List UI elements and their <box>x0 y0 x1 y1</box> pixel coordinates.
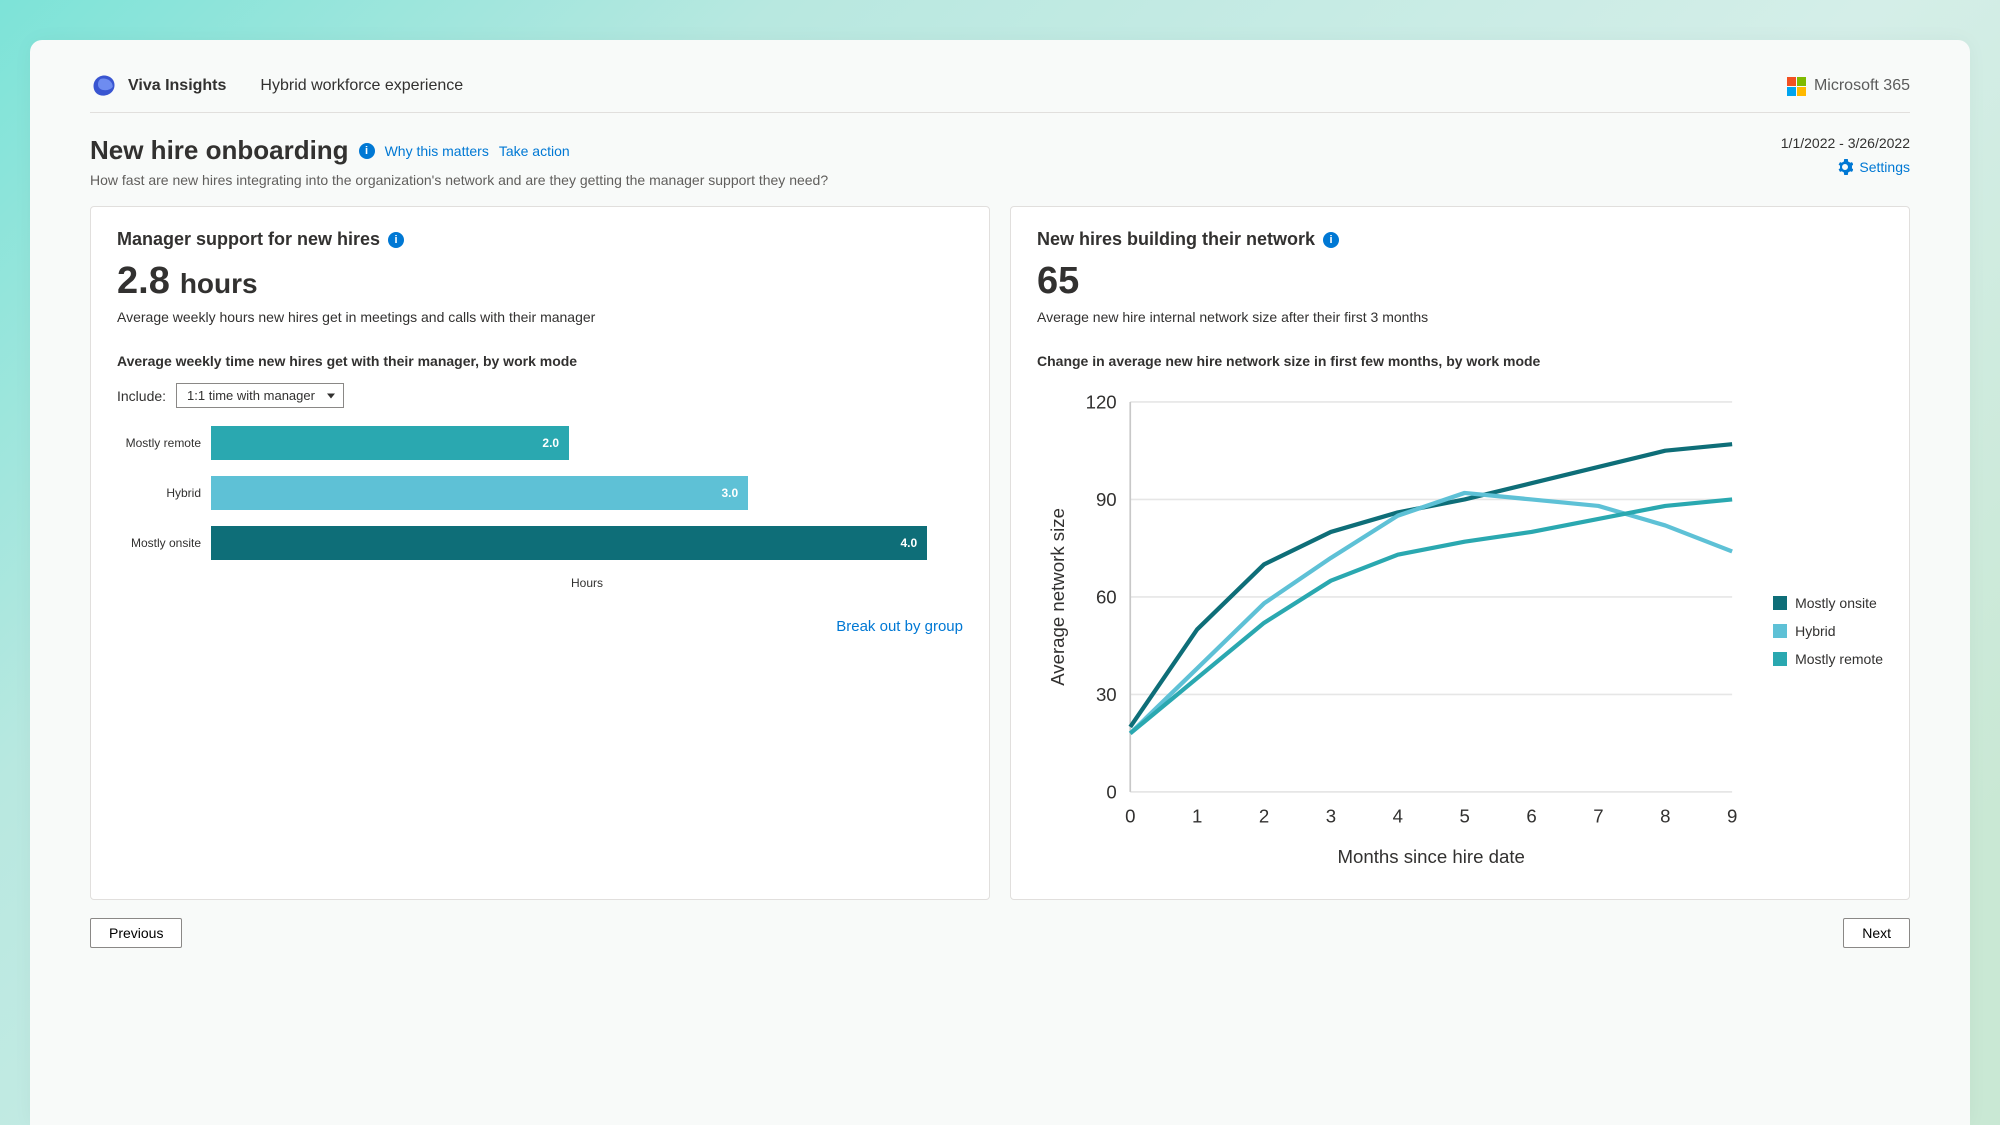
network-stat-value: 65 <box>1037 260 1079 303</box>
bar-label: Hybrid <box>117 486 211 500</box>
bar-fill: 4.0 <box>211 526 927 560</box>
svg-text:6: 6 <box>1526 805 1536 826</box>
bar-label: Mostly remote <box>117 436 211 450</box>
card-manager-title: Manager support for new hires <box>117 229 380 250</box>
page-context: Hybrid workforce experience <box>260 77 463 95</box>
legend-label: Hybrid <box>1795 623 1835 639</box>
settings-link[interactable]: Settings <box>1837 159 1910 175</box>
bar-row: Mostly onsite4.0 <box>117 526 963 560</box>
title-heading-row: New hire onboarding i Why this matters T… <box>90 135 828 166</box>
manager-chart-title: Average weekly time new hires get with t… <box>117 353 963 369</box>
bar-row: Hybrid3.0 <box>117 476 963 510</box>
microsoft-365-label: Microsoft 365 <box>1814 77 1910 95</box>
legend-swatch <box>1773 596 1787 610</box>
previous-button[interactable]: Previous <box>90 918 182 948</box>
microsoft-logo-icon <box>1787 77 1806 96</box>
svg-text:0: 0 <box>1106 782 1116 803</box>
svg-text:Months since hire date: Months since hire date <box>1337 846 1524 867</box>
next-button[interactable]: Next <box>1843 918 1910 948</box>
include-row: Include: 1:1 time with manager <box>117 383 963 408</box>
svg-text:5: 5 <box>1459 805 1469 826</box>
svg-text:120: 120 <box>1086 392 1117 413</box>
svg-text:30: 30 <box>1096 684 1117 705</box>
network-stat: 65 <box>1037 260 1883 303</box>
bar-fill: 3.0 <box>211 476 748 510</box>
bar-track: 2.0 <box>211 426 963 460</box>
include-select[interactable]: 1:1 time with manager <box>176 383 344 408</box>
bar-label: Mostly onsite <box>117 536 211 550</box>
legend-swatch <box>1773 652 1787 666</box>
date-range: 1/1/2022 - 3/26/2022 <box>1781 135 1910 151</box>
bar-row: Mostly remote2.0 <box>117 426 963 460</box>
app-window: Viva Insights Hybrid workforce experienc… <box>30 40 1970 1125</box>
page-title: New hire onboarding <box>90 135 349 166</box>
legend-item: Hybrid <box>1773 623 1883 639</box>
nav-row: Previous Next <box>90 918 1910 948</box>
svg-text:9: 9 <box>1727 805 1737 826</box>
network-stat-desc: Average new hire internal network size a… <box>1037 309 1883 325</box>
manager-stat: 2.8 hours <box>117 260 963 303</box>
card-manager-title-row: Manager support for new hires i <box>117 229 963 250</box>
svg-text:3: 3 <box>1326 805 1336 826</box>
line-chart-legend: Mostly onsite Hybrid Mostly remote <box>1765 385 1883 877</box>
take-action-link[interactable]: Take action <box>499 143 570 159</box>
card-manager-support: Manager support for new hires i 2.8 hour… <box>90 206 990 900</box>
legend-label: Mostly onsite <box>1795 595 1877 611</box>
network-line-chart-svg: 0 30 60 90 120 0 1 2 3 4 5 6 7 8 9 Months since hire da… <box>1037 385 1749 877</box>
bar-track: 4.0 <box>211 526 963 560</box>
svg-text:Average network size: Average network size <box>1047 508 1068 686</box>
svg-text:2: 2 <box>1259 805 1269 826</box>
svg-text:8: 8 <box>1660 805 1670 826</box>
network-line-chart: 0 30 60 90 120 0 1 2 3 4 5 6 7 8 9 Months since hire da… <box>1037 385 1883 877</box>
include-label: Include: <box>117 388 166 404</box>
svg-text:4: 4 <box>1393 805 1403 826</box>
manager-bar-chart: Mostly remote2.0 Hybrid3.0 Mostly onsite4.… <box>117 426 963 560</box>
title-row: New hire onboarding i Why this matters T… <box>90 135 1910 188</box>
legend-label: Mostly remote <box>1795 651 1883 667</box>
bar-track: 3.0 <box>211 476 963 510</box>
header: Viva Insights Hybrid workforce experienc… <box>90 72 1910 113</box>
why-this-matters-link[interactable]: Why this matters <box>385 143 489 159</box>
legend-item: Mostly remote <box>1773 651 1883 667</box>
header-right: Microsoft 365 <box>1787 77 1910 96</box>
break-out-link[interactable]: Break out by group <box>117 618 963 635</box>
card-network-title: New hires building their network <box>1037 229 1315 250</box>
header-left: Viva Insights Hybrid workforce experienc… <box>90 72 463 100</box>
info-icon[interactable]: i <box>359 143 375 159</box>
viva-insights-logo-icon <box>90 72 118 100</box>
svg-text:0: 0 <box>1125 805 1135 826</box>
svg-text:7: 7 <box>1593 805 1603 826</box>
legend-item: Mostly onsite <box>1773 595 1883 611</box>
product-name: Viva Insights <box>128 77 226 95</box>
info-icon[interactable]: i <box>388 232 404 248</box>
info-icon[interactable]: i <box>1323 232 1339 248</box>
legend-swatch <box>1773 624 1787 638</box>
network-chart-title: Change in average new hire network size … <box>1037 353 1883 369</box>
include-selected-value: 1:1 time with manager <box>187 388 315 403</box>
card-network-title-row: New hires building their network i <box>1037 229 1883 250</box>
gear-icon <box>1837 159 1853 175</box>
card-network: New hires building their network i 65 Av… <box>1010 206 1910 900</box>
settings-label: Settings <box>1859 159 1910 175</box>
bar-fill: 2.0 <box>211 426 569 460</box>
manager-stat-value: 2.8 <box>117 260 170 303</box>
page-subtitle: How fast are new hires integrating into … <box>90 172 828 188</box>
manager-stat-desc: Average weekly hours new hires get in me… <box>117 309 963 325</box>
svg-text:1: 1 <box>1192 805 1202 826</box>
title-left: New hire onboarding i Why this matters T… <box>90 135 828 188</box>
svg-text:90: 90 <box>1096 489 1117 510</box>
manager-stat-unit: hours <box>180 268 258 300</box>
svg-text:60: 60 <box>1096 587 1117 608</box>
manager-bar-xlabel: Hours <box>211 576 963 590</box>
cards-row: Manager support for new hires i 2.8 hour… <box>90 206 1910 900</box>
title-right: 1/1/2022 - 3/26/2022 Settings <box>1781 135 1910 175</box>
